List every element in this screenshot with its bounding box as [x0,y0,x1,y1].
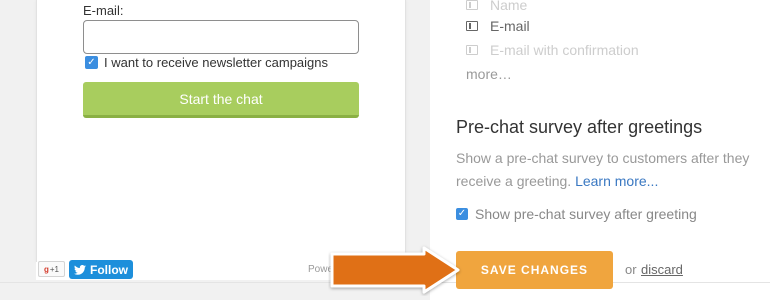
field-icon [466,21,478,31]
learn-more-link[interactable]: Learn more... [575,173,658,189]
google-plus-count: +1 [49,264,59,274]
newsletter-option[interactable]: ✓ I want to receive newsletter campaigns [85,55,328,70]
start-chat-button[interactable]: Start the chat [83,82,359,118]
field-option-name[interactable]: Name [466,0,527,13]
google-plus-icon: g [43,264,49,274]
newsletter-label: I want to receive newsletter campaigns [104,55,328,70]
field-option-label: E-mail with confirmation [490,42,639,58]
more-fields-link[interactable]: more… [466,66,512,82]
newsletter-checkbox[interactable]: ✓ [85,56,98,69]
field-option-email-confirmation[interactable]: E-mail with confirmation [466,42,639,58]
show-survey-option[interactable]: ✓ Show pre-chat survey after greeting [456,206,697,222]
field-option-label: E-mail [490,18,530,34]
pre-chat-survey-heading: Pre-chat survey after greetings [456,117,703,137]
pre-chat-survey-description: Show a pre-chat survey to customers afte… [456,147,761,193]
twitter-bird-icon [74,264,86,275]
show-survey-checkbox[interactable]: ✓ [456,208,468,220]
field-option-email[interactable]: E-mail [466,18,530,34]
field-icon [466,45,478,55]
field-icon [466,0,478,10]
save-changes-button[interactable]: SAVE CHANGES [456,251,613,289]
show-survey-label: Show pre-chat survey after greeting [475,206,697,222]
arrow-right-icon [330,246,460,294]
google-plus-button[interactable]: g +1 [38,261,65,277]
twitter-follow-label: Follow [90,262,128,277]
field-option-label: Name [490,0,528,13]
twitter-follow-button[interactable]: Follow [69,260,133,279]
discard-link[interactable]: discard [641,262,683,277]
or-text: or [625,262,637,277]
email-input[interactable] [83,20,359,54]
email-label: E-mail: [83,3,124,18]
